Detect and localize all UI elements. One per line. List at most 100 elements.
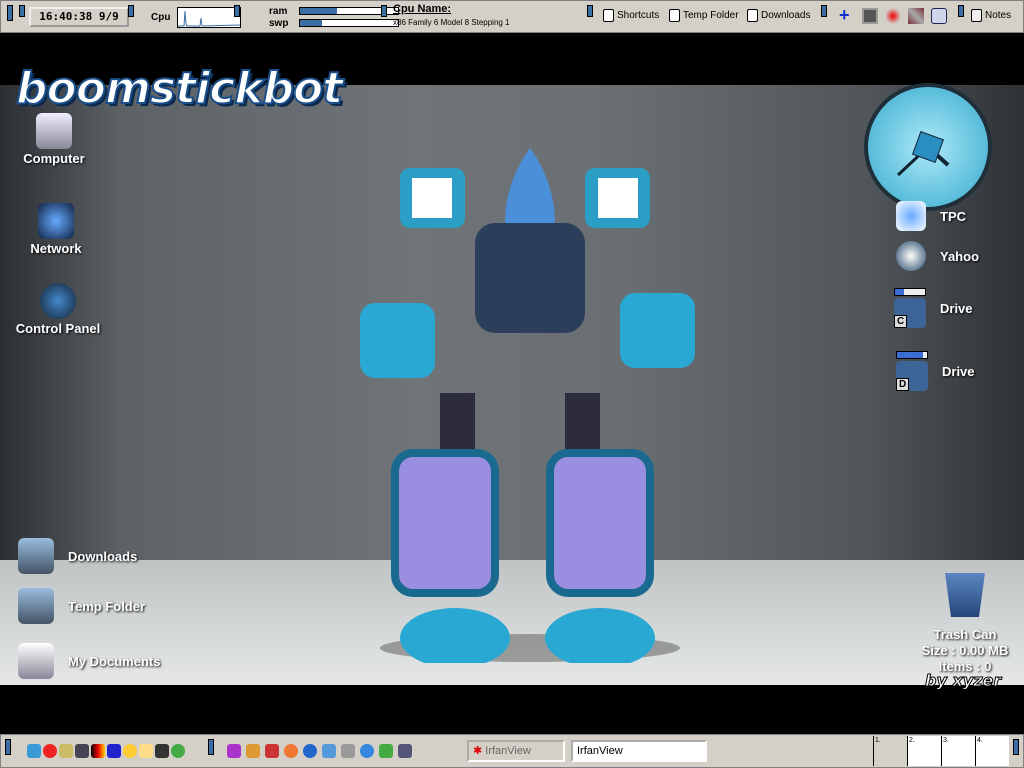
drive-d-icon: D [896, 351, 928, 391]
workspace-4[interactable]: 4. [975, 736, 1009, 766]
icon-label: Yahoo [940, 248, 980, 264]
icon-label: Computer [23, 151, 85, 166]
toolbar-handle[interactable] [1013, 739, 1019, 755]
toolbar-handle[interactable] [19, 5, 25, 17]
folder-icon [747, 9, 758, 22]
run-input[interactable] [571, 740, 707, 762]
app-icon[interactable] [227, 744, 241, 758]
icon-label: Network [30, 241, 82, 256]
clock-widget [864, 83, 992, 211]
icon-label: Drive [942, 363, 975, 379]
folder-icon [18, 588, 54, 624]
toolbar-handle[interactable] [128, 5, 134, 17]
toolbar-handle[interactable] [587, 5, 593, 17]
recycle-bin-icon [945, 573, 985, 617]
refresh-icon[interactable] [322, 744, 336, 758]
ram-meter-fill [300, 8, 338, 14]
toolbar-handle[interactable] [821, 5, 827, 17]
trash-title: Trash Can [933, 627, 997, 642]
desktop-icon-computer[interactable]: Computer [14, 113, 94, 166]
document-icon[interactable] [379, 744, 393, 758]
folder-icon [603, 9, 614, 22]
workspace-3[interactable]: 3. [941, 736, 975, 766]
trash-size: Size : 0.00 MB [921, 643, 1009, 658]
icon-label: TPC [940, 208, 966, 224]
monitor-icon[interactable] [398, 744, 412, 758]
notes-button[interactable]: Notes [971, 9, 1011, 22]
tools-icon[interactable] [908, 8, 924, 24]
workspace-1[interactable]: 1. [873, 736, 907, 766]
toolbar-handle[interactable] [7, 5, 13, 21]
drive-letter: D [896, 378, 910, 391]
crosshair-icon[interactable]: + [839, 6, 855, 24]
swp-meter [299, 19, 399, 27]
toolbar-handle[interactable] [958, 5, 964, 17]
computer-icon [36, 113, 72, 149]
firefox-icon[interactable] [284, 744, 298, 758]
toolbar-handle[interactable] [208, 739, 214, 755]
desktop-icon-tpc[interactable]: TPC [896, 201, 966, 231]
cpu-name-label: Cpu Name: [393, 3, 452, 15]
icon-label: Control Panel [15, 321, 101, 336]
desktop-icon-temp-folder[interactable]: Temp Folder [18, 588, 145, 624]
pencil-icon[interactable] [246, 744, 260, 758]
task-irfanview[interactable]: ✱ IrfanView [467, 740, 565, 762]
toolbar-handle[interactable] [381, 5, 387, 17]
desktop-icon-downloads[interactable]: Downloads [18, 538, 137, 574]
notes-label: Notes [985, 10, 1012, 21]
windows-icon[interactable] [862, 8, 878, 24]
speaker-icon[interactable] [59, 744, 73, 758]
shortcut-label: Shortcuts [617, 10, 660, 21]
toolbar-handle[interactable] [5, 739, 11, 755]
desktop: boomstickbot Computer Network Control Pa… [0, 33, 1024, 734]
shortcut-downloads[interactable]: Downloads [747, 9, 810, 22]
cpu-name: x86 Family 6 Model 8 Stepping 1 [393, 18, 510, 27]
shortcut-shortcuts[interactable]: Shortcuts [603, 9, 659, 22]
desktop-icon-network[interactable]: Network [16, 203, 96, 256]
workspace-pager: 1. 2. 3. 4. [873, 736, 1009, 766]
smiley-icon[interactable] [123, 744, 137, 758]
globe-icon[interactable] [171, 744, 185, 758]
desktop-icon-drive-c[interactable]: C Drive [894, 288, 973, 328]
app-icon[interactable] [27, 744, 41, 758]
desktop-icon-my-documents[interactable]: My Documents [18, 643, 160, 679]
quick-launch-1 [27, 744, 185, 758]
shortcut-label: Temp Folder [683, 10, 739, 21]
drive-letter: C [894, 315, 908, 328]
web-page-icon [896, 201, 926, 231]
top-toolbar: 16:40:38 9/9 Cpu ram swp Cpu Name: x86 F… [0, 0, 1024, 33]
bluetooth-icon[interactable] [107, 744, 121, 758]
gears-icon [40, 283, 76, 319]
flag-icon[interactable] [91, 744, 105, 758]
network-icon[interactable] [155, 744, 169, 758]
mail-globe-icon [896, 241, 926, 271]
desktop-icon-control-panel[interactable]: Control Panel [10, 283, 106, 336]
workspace-2[interactable]: 2. [907, 736, 941, 766]
icon-label: My Documents [68, 653, 161, 669]
trash-can[interactable]: Trash Can Size : 0.00 MB Items : 0 [910, 573, 1020, 675]
cpu-label: Cpu [151, 12, 171, 23]
clock-hands [896, 130, 950, 177]
wallpaper-logo: boomstickbot [15, 62, 344, 115]
swp-meter-fill [300, 20, 322, 26]
user-icon[interactable] [341, 744, 355, 758]
toolbar-handle[interactable] [234, 5, 240, 17]
mail-icon[interactable] [139, 744, 153, 758]
app-icon[interactable] [303, 744, 317, 758]
game-icon[interactable] [265, 744, 279, 758]
quick-launch-2 [227, 744, 412, 758]
desktop-icon-yahoo[interactable]: Yahoo [896, 241, 979, 271]
face-icon[interactable] [931, 8, 947, 24]
computer-icon[interactable] [75, 744, 89, 758]
opera-icon[interactable] [43, 744, 57, 758]
shortcut-temp-folder[interactable]: Temp Folder [669, 9, 739, 22]
cpu-graph [177, 7, 241, 28]
desktop-icon-drive-d[interactable]: D Drive [896, 351, 975, 391]
ie-icon[interactable] [360, 744, 374, 758]
drive-c-icon: C [894, 288, 926, 328]
icon-label: Drive [940, 300, 973, 316]
splat-icon[interactable] [885, 8, 901, 24]
network-icon [38, 203, 74, 239]
drive-usage-bar [895, 289, 904, 295]
clock[interactable]: 16:40:38 9/9 [29, 7, 129, 27]
